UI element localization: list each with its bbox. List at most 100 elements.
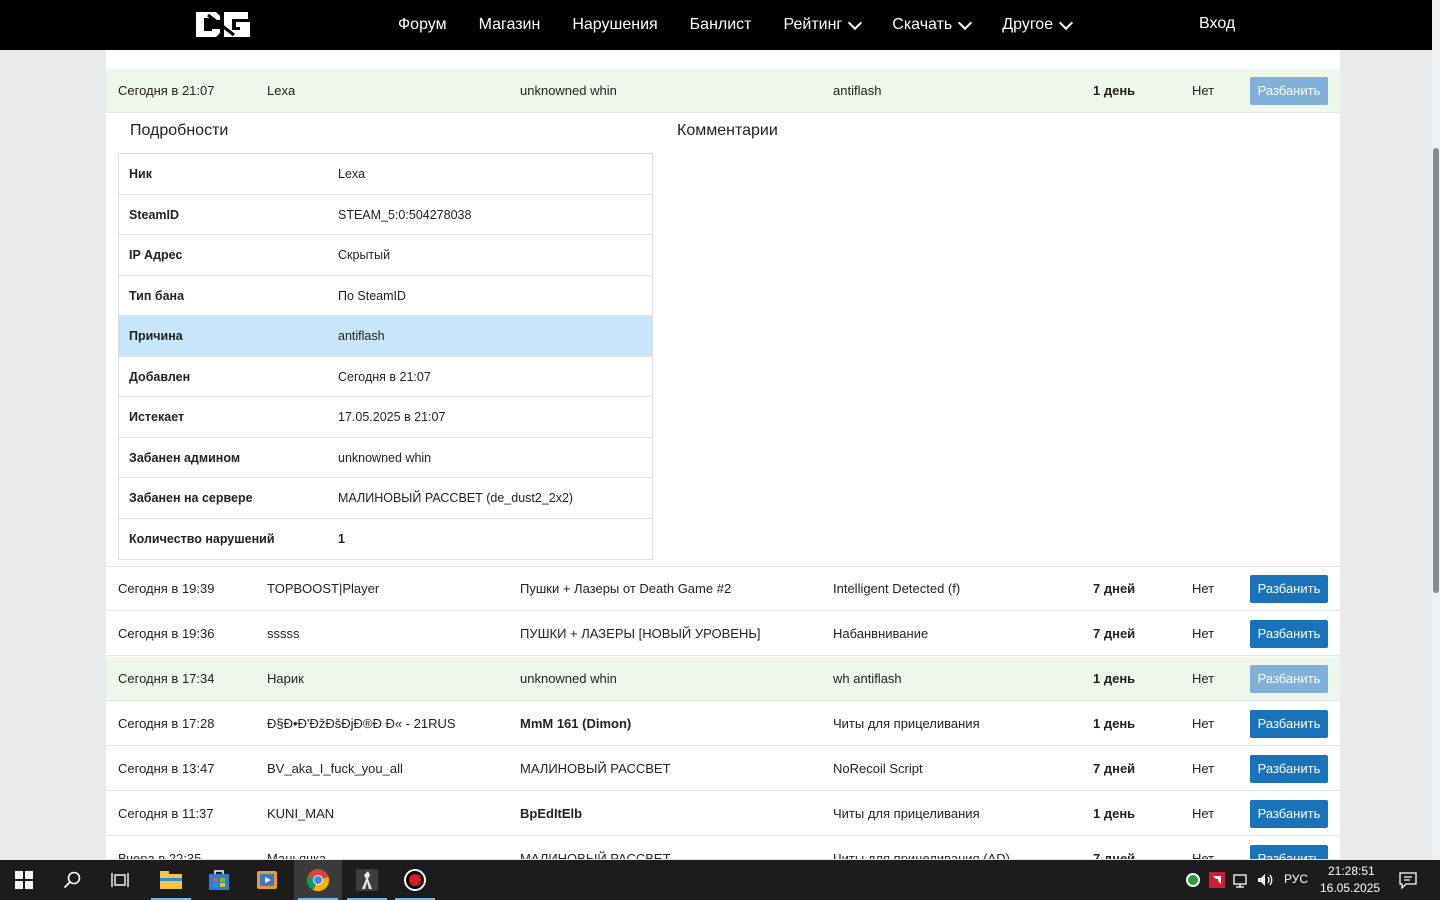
table-row[interactable]: Сегодня в 11:37 KUNI_MAN BpEdItElb Читы … bbox=[106, 792, 1340, 836]
table-row[interactable]: Сегодня в 19:36 sssss ПУШКИ + ЛАЗЕРЫ [НО… bbox=[106, 612, 1340, 656]
ban-date: Сегодня в 19:36 bbox=[118, 626, 215, 641]
page-scrollbar[interactable] bbox=[1432, 0, 1440, 860]
ban-term: 1 день bbox=[1093, 671, 1136, 686]
table-row-expanded[interactable]: Сегодня в 21:07 Lexa unknowned whin anti… bbox=[106, 69, 1340, 113]
details-value: Lexa bbox=[338, 167, 366, 181]
chevron-down-icon bbox=[1059, 15, 1074, 30]
tray-date[interactable]: 16.05.2025 bbox=[1320, 881, 1380, 895]
ban-term: 1 день bbox=[1093, 83, 1136, 98]
table-row[interactable]: Сегодня в 13:47 BV_aka_I_fuck_you_all МА… bbox=[106, 747, 1340, 791]
details-row-nick: Ник Lexa bbox=[119, 154, 652, 195]
nav-shop[interactable]: Магазин bbox=[479, 16, 541, 34]
ban-date: Сегодня в 13:47 bbox=[118, 761, 215, 776]
unban-button[interactable]: Разбанить bbox=[1250, 710, 1328, 738]
notification-icon[interactable] bbox=[1399, 871, 1417, 889]
unban-button[interactable]: Разбанить bbox=[1250, 575, 1328, 603]
tray-time[interactable]: 21:28:51 bbox=[1328, 864, 1375, 878]
taskbar-recorder[interactable] bbox=[391, 860, 439, 900]
comments-title: Комментарии bbox=[677, 122, 778, 139]
table-row[interactable]: Сегодня в 19:39 TOPBOOST|Player Пушки + … bbox=[106, 567, 1340, 611]
login-link[interactable]: Вход bbox=[1199, 15, 1235, 33]
ban-flag: Нет bbox=[1192, 581, 1215, 596]
folder-icon bbox=[160, 871, 182, 889]
details-title: Подробности bbox=[130, 122, 229, 139]
ban-reason: antiflash bbox=[833, 83, 882, 98]
tray-status-icon[interactable] bbox=[1185, 872, 1201, 888]
ban-flag: Нет bbox=[1192, 716, 1215, 731]
site-logo[interactable] bbox=[194, 9, 252, 40]
ban-reason: Читы для прицеливания bbox=[833, 716, 980, 731]
unban-button[interactable]: Разбанить bbox=[1250, 755, 1328, 783]
ban-nick: Маньячка bbox=[267, 851, 327, 860]
volume-icon[interactable] bbox=[1256, 872, 1274, 888]
ban-reason: Intelligent Detected (f) bbox=[833, 581, 961, 596]
windows-taskbar: РУС 21:28:51 16.05.2025 bbox=[0, 860, 1440, 900]
unban-button[interactable]: Разбанить bbox=[1250, 665, 1328, 693]
details-value: Скрытый bbox=[338, 248, 391, 262]
ban-date: Сегодня в 11:37 bbox=[118, 806, 214, 821]
ban-admin: BpEdItElb bbox=[520, 806, 583, 821]
ban-reason: Читы для прицеливания bbox=[833, 806, 980, 821]
details-row-added: Добавлен Сегодня в 21:07 bbox=[119, 357, 652, 397]
ban-date: Сегодня в 17:28 bbox=[118, 716, 215, 731]
ban-nick: Ð§Ð•Ð'ÐžÐšÐjÐ®Ð Ð« - 21RUS bbox=[267, 716, 456, 731]
ban-flag: Нет bbox=[1192, 761, 1215, 776]
ban-admin: Пушки + Лазеры от Death Game #2 bbox=[520, 581, 732, 596]
ban-nick: BV_aka_I_fuck_you_all bbox=[267, 761, 403, 776]
ban-nick: Lexa bbox=[267, 83, 296, 98]
details-value: unknowned whin bbox=[338, 450, 432, 465]
amd-icon[interactable] bbox=[1209, 872, 1225, 888]
table-row[interactable]: Сегодня в 17:34 Нарик unknowned whin wh … bbox=[106, 657, 1340, 701]
details-key: IP Адрес bbox=[129, 248, 183, 262]
taskbar-explorer[interactable] bbox=[147, 860, 195, 900]
network-icon[interactable] bbox=[1232, 872, 1250, 888]
scrollbar-thumb[interactable] bbox=[1433, 148, 1439, 593]
ban-nick: KUNI_MAN bbox=[267, 806, 335, 821]
nav-rating[interactable]: Рейтинг bbox=[784, 15, 863, 34]
ban-flag: Нет bbox=[1192, 626, 1215, 641]
unban-button[interactable]: Разбанить bbox=[1250, 620, 1328, 648]
details-key: Добавлен bbox=[129, 369, 191, 384]
record-icon bbox=[404, 869, 426, 891]
media-player-icon bbox=[257, 871, 277, 889]
ban-date: Сегодня в 19:39 bbox=[118, 581, 215, 596]
start-button[interactable] bbox=[0, 860, 48, 900]
details-key: Причина bbox=[129, 329, 183, 343]
unban-button[interactable]: Разбанить bbox=[1250, 800, 1328, 828]
details-value: 17.05.2025 в 21:07 bbox=[338, 410, 446, 424]
ban-term: 7 дней bbox=[1093, 581, 1136, 596]
ban-term: 7 дней bbox=[1093, 626, 1136, 641]
chevron-down-icon bbox=[958, 15, 973, 30]
ban-reason: wh antiflash bbox=[833, 671, 902, 686]
nav-forum[interactable]: Форум bbox=[398, 16, 447, 34]
task-view-button[interactable] bbox=[96, 860, 144, 900]
nav-other[interactable]: Другое bbox=[1002, 15, 1074, 34]
nav-violations[interactable]: Нарушения bbox=[572, 16, 657, 34]
nav-label: Банлист bbox=[689, 16, 752, 33]
nav-label: Магазин bbox=[478, 16, 541, 33]
details-value: Сегодня в 21:07 bbox=[338, 369, 431, 384]
taskbar-media-player[interactable] bbox=[243, 860, 291, 900]
ban-nick: sssss bbox=[267, 626, 300, 641]
nav-banlist[interactable]: Банлист bbox=[690, 16, 752, 34]
details-key: Забанен на сервере bbox=[129, 491, 253, 505]
ban-reason: NoRecoil Script bbox=[833, 761, 923, 776]
nav-download[interactable]: Скачать bbox=[892, 15, 973, 34]
taskbar-store[interactable] bbox=[195, 860, 243, 900]
ban-details-panel: Подробности Комментарии Ник Lexa SteamID S… bbox=[106, 114, 1340, 567]
ban-reason: Набанвнивание bbox=[833, 626, 929, 641]
details-key: Забанен админом bbox=[129, 450, 241, 465]
search-button[interactable] bbox=[48, 860, 96, 900]
language-indicator[interactable]: РУС bbox=[1284, 872, 1308, 886]
table-row[interactable]: Сегодня в 17:28 Ð§Ð•Ð'ÐžÐšÐjÐ®Ð Ð« - 21R… bbox=[106, 702, 1340, 746]
nav-label: Форум bbox=[398, 16, 447, 33]
details-table: Ник Lexa SteamID STEAM_5:0:504278038 IP Ад… bbox=[118, 153, 653, 560]
details-key: Ник bbox=[129, 167, 152, 181]
taskbar-chrome[interactable] bbox=[294, 860, 342, 900]
unban-button[interactable]: Разбанить bbox=[1250, 77, 1328, 105]
unban-button[interactable]: Разбанить bbox=[1250, 845, 1328, 859]
taskbar-cs-game[interactable] bbox=[343, 860, 391, 900]
task-view-icon bbox=[111, 873, 129, 887]
details-value: По SteamID bbox=[338, 288, 407, 303]
table-row[interactable]: Вчера в 22:35 Маньячка МАЛИНОВЫЙ РАССВЕТ… bbox=[106, 837, 1340, 860]
